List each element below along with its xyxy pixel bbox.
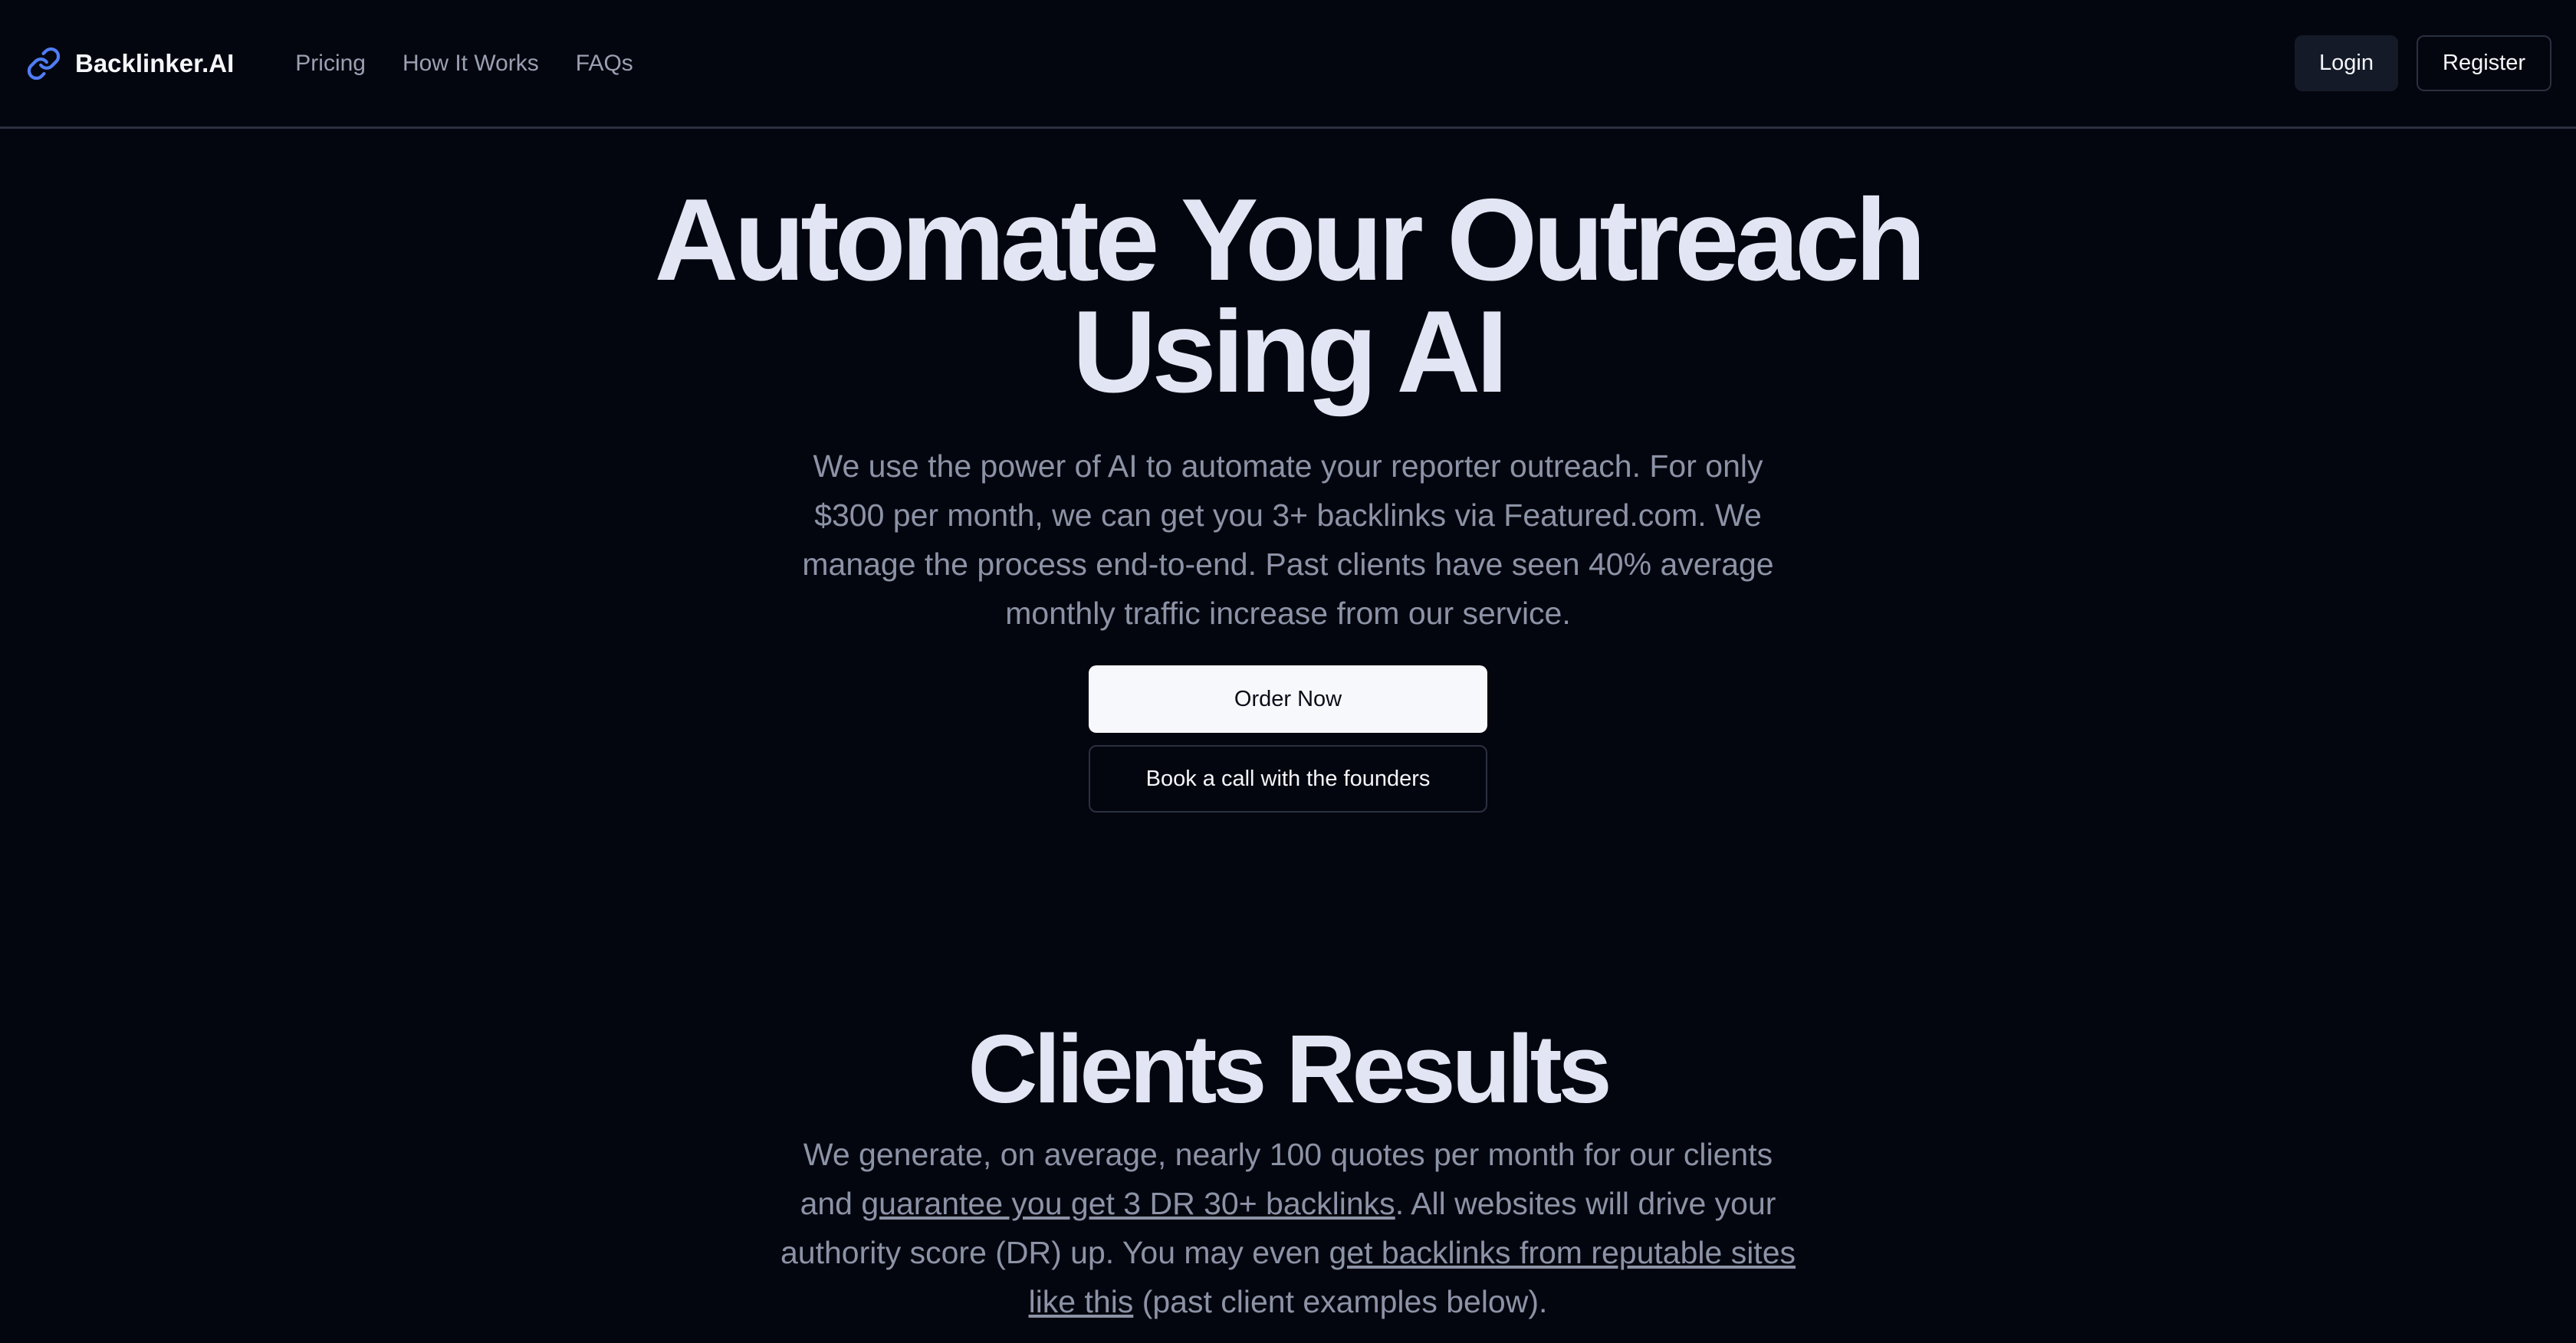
book-call-button[interactable]: Book a call with the founders <box>1089 745 1487 813</box>
brand-logo[interactable]: Backlinker.AI <box>25 44 234 83</box>
hero-title-line2: Using AI <box>1072 287 1509 417</box>
order-now-button[interactable]: Order Now <box>1089 665 1487 733</box>
top-navbar: Backlinker.AI Pricing How It Works FAQs … <box>0 0 2576 129</box>
results-title: Clients Results <box>968 1015 1612 1123</box>
client-results-section: Clients Results We generate, on average,… <box>0 1012 2576 1326</box>
nav-link-how-it-works[interactable]: How It Works <box>402 51 539 77</box>
link-icon <box>25 44 63 83</box>
nav-link-faqs[interactable]: FAQs <box>576 51 633 77</box>
register-button[interactable]: Register <box>2417 35 2551 91</box>
nav-link-pricing[interactable]: Pricing <box>295 51 366 77</box>
hero-section: Automate Your Outreach Using AI We use t… <box>0 129 2576 813</box>
brand-name: Backlinker.AI <box>75 48 235 77</box>
results-text-3: (past client examples below). <box>1133 1284 1548 1319</box>
results-description: We generate, on average, nearly 100 quot… <box>774 1130 1802 1326</box>
hero-subtitle: We use the power of AI to automate your … <box>802 448 1774 631</box>
hero-title-line1: Automate Your Outreach <box>654 175 1927 305</box>
login-button[interactable]: Login <box>2295 35 2398 91</box>
nav-links: Pricing How It Works FAQs <box>295 51 633 77</box>
hero-title: Automate Your Outreach Using AI <box>0 182 2576 410</box>
auth-buttons: Login Register <box>2295 35 2551 91</box>
cta-group: Order Now Book a call with the founders <box>0 665 2576 813</box>
guarantee-backlinks-link[interactable]: guarantee you get 3 DR 30+ backlinks <box>861 1186 1395 1221</box>
